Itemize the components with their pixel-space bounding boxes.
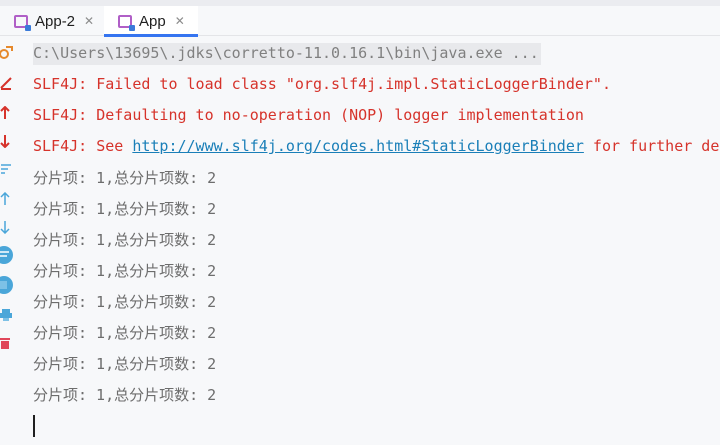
application-icon [118, 14, 135, 31]
output-line: 分片项: 1,总分片项数: 2 [33, 355, 217, 373]
delete-icon [0, 338, 10, 349]
rerun-button[interactable] [0, 43, 18, 63]
rerun-icon [0, 46, 13, 59]
settings-button[interactable] [0, 275, 18, 295]
print-icon [0, 309, 12, 321]
close-icon[interactable]: ✕ [84, 14, 94, 28]
output-line: 分片项: 1,总分片项数: 2 [33, 324, 217, 342]
clear-all-button[interactable] [0, 333, 18, 353]
wrap-toggle-icon [0, 246, 13, 264]
scroll-up-button[interactable] [0, 103, 18, 123]
application-icon [14, 14, 31, 31]
down-arrow-icon [0, 221, 10, 234]
error-line: SLF4J: Failed to load class "org.slf4j.i… [33, 75, 611, 93]
console-toolbar [0, 37, 18, 445]
next-occurrence-button[interactable] [0, 217, 18, 237]
scroll-down-icon [0, 135, 10, 148]
tab-label: App [139, 12, 166, 30]
error-line: SLF4J: See http://www.slf4j.org/codes.ht… [33, 136, 720, 158]
console-output[interactable]: C:\Users\13695\.jdks\corretto-11.0.16.1\… [33, 37, 720, 445]
error-prefix: SLF4J: See [33, 137, 133, 155]
print-button[interactable] [0, 305, 18, 325]
output-line: 分片项: 1,总分片项数: 2 [33, 293, 217, 311]
input-caret [33, 415, 35, 437]
tab-app[interactable]: App ✕ [104, 6, 198, 37]
soft-wrap-button[interactable] [0, 159, 18, 179]
soft-wrap-icon [1, 164, 11, 174]
output-line: 分片项: 1,总分片项数: 2 [33, 386, 217, 404]
error-suffix: for further details. [592, 137, 720, 155]
output-line: 分片项: 1,总分片项数: 2 [33, 200, 217, 218]
error-line: SLF4J: Defaulting to no-operation (NOP) … [33, 106, 584, 124]
command-line: C:\Users\13695\.jdks\corretto-11.0.16.1\… [33, 43, 541, 65]
run-tab-bar: App-2 ✕ App ✕ [0, 6, 720, 37]
scroll-up-icon [0, 106, 10, 119]
scroll-down-button[interactable] [0, 131, 18, 151]
output-line: 分片项: 1,总分片项数: 2 [33, 262, 217, 280]
wrap-toggle-button[interactable] [0, 245, 18, 265]
settings-icon [0, 276, 13, 294]
output-line: 分片项: 1,总分片项数: 2 [33, 231, 217, 249]
output-line: 分片项: 1,总分片项数: 2 [33, 169, 217, 187]
previous-occurrence-button[interactable] [0, 189, 18, 209]
slf4j-link[interactable]: http://www.slf4j.org/codes.html#StaticLo… [132, 137, 584, 155]
tab-label: App-2 [35, 12, 76, 30]
stop-icon [0, 77, 12, 90]
close-icon[interactable]: ✕ [175, 14, 185, 28]
up-arrow-icon [0, 192, 10, 205]
tab-app-2[interactable]: App-2 ✕ [0, 6, 104, 36]
stop-button[interactable] [0, 73, 18, 93]
